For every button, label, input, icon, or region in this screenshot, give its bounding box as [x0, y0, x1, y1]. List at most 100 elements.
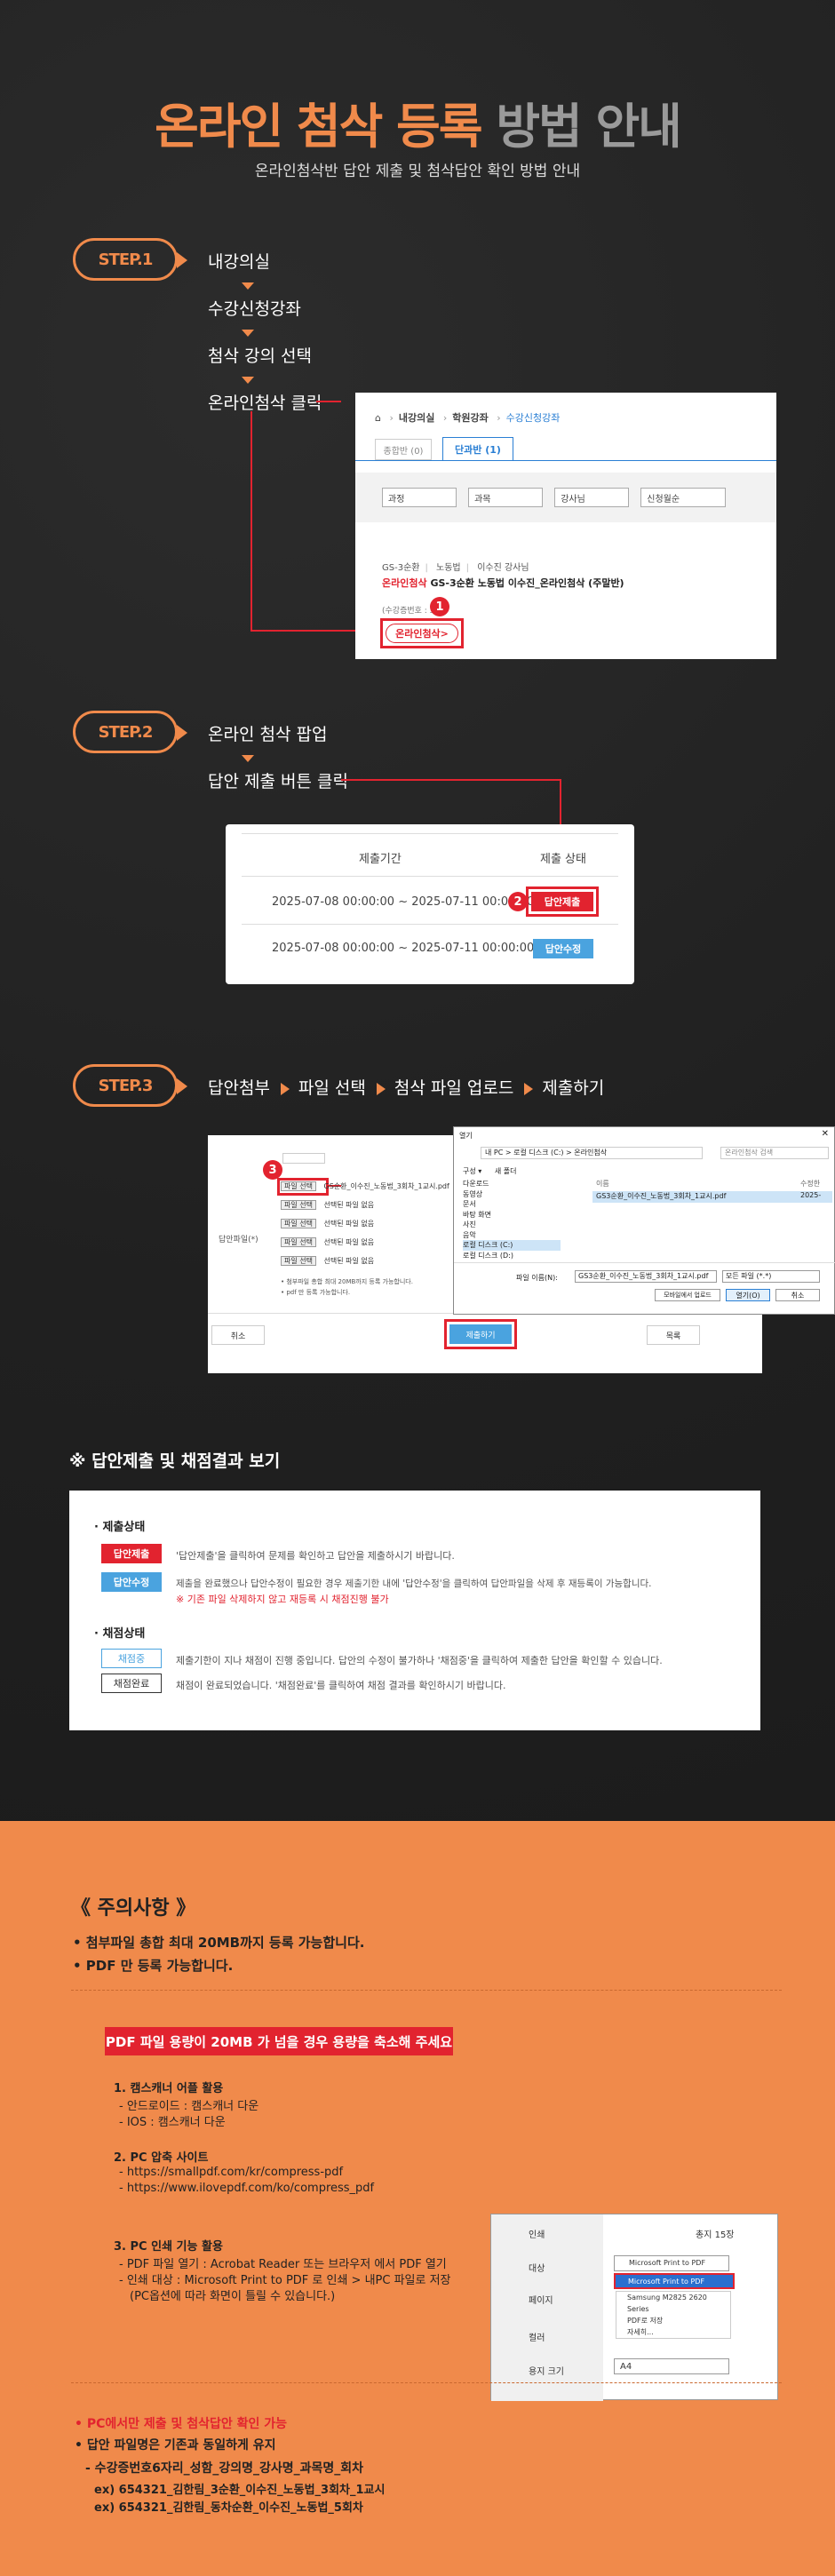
course-meta-item: 이수진 강사님: [477, 563, 529, 573]
cancel-button[interactable]: 취소: [211, 1325, 265, 1345]
file-select-button[interactable]: 파일 선택: [281, 1200, 316, 1210]
filename-input[interactable]: GS3순환_이수진_노동법_3회차_1교시.pdf: [575, 1270, 717, 1283]
connector-line: [341, 779, 561, 781]
legend-heading: ※ 답안제출 및 채점결과 보기: [69, 1451, 281, 1471]
arrow-right-icon: [376, 1082, 386, 1095]
tab-comprehensive[interactable]: 종합반 (0): [375, 439, 432, 460]
dialog-cancel-button[interactable]: 취소: [775, 1289, 820, 1301]
tag-edit-desc: 제출을 완료했으나 답안수정이 필요한 경우 제출기한 내에 '답안수정'을 클…: [176, 1578, 652, 1589]
file-name: 선택된 파일 없음: [323, 1220, 375, 1228]
breadcrumb-current[interactable]: 수강신청강좌: [506, 412, 561, 424]
course-title[interactable]: GS-3순환 노동법 이수진_온라인첨삭 (주말반): [430, 577, 624, 589]
tree-item[interactable]: 로컬 디스크 (D:): [463, 1251, 561, 1261]
course-meta: GS-3순환 | 노동법 | 이수진 강사님: [382, 563, 529, 573]
form-note: • 첨부파일 총합 최대 20MB까지 등록 가능합니다.: [281, 1278, 413, 1285]
file-row: 파일 선택 선택된 파일 없음: [281, 1219, 374, 1228]
tag-grading-desc: 제출기한이 지나 채점이 진행 중입니다. 답안의 수정이 불가하나 '채점중'…: [176, 1655, 663, 1666]
flow-arrow-icon: [242, 755, 254, 762]
course-meta-item: 노동법: [436, 563, 461, 573]
tree-item[interactable]: 바탕 화면: [463, 1210, 561, 1220]
step1-pill: STEP.1: [73, 238, 187, 281]
compress-link[interactable]: - https://www.ilovepdf.com/ko/compress_p…: [119, 2182, 374, 2195]
step1-flow-3: 첨삭 강의 선택: [208, 346, 312, 366]
close-icon[interactable]: ✕: [822, 1129, 829, 1139]
printer-options: Samsung M2825 2620 Series PDF로 저장 자세히...: [616, 2291, 731, 2339]
submit-answer-button[interactable]: 답안제출: [531, 892, 593, 911]
title-rest: 방법 안내: [496, 99, 682, 155]
section-line: - 안드로이드 : 캠스캐너 다운: [119, 2100, 259, 2113]
divider: [454, 1262, 835, 1263]
search-input[interactable]: 온라인첨삭 검색: [720, 1147, 829, 1159]
step1-flow-1: 내강의실: [208, 252, 270, 272]
file-row: 파일 선택 선택된 파일 없음: [281, 1237, 374, 1247]
page-subtitle: 온라인첨삭반 답안 제출 및 첨삭답안 확인 방법 안내: [254, 163, 581, 180]
tag-grading: 채점중: [101, 1649, 162, 1668]
new-folder-button[interactable]: 새 폴더: [495, 1167, 517, 1175]
submit-button[interactable]: 제출하기: [449, 1324, 512, 1344]
online-correction-button[interactable]: 온라인첨삭>: [386, 624, 458, 643]
open-button[interactable]: 열기(O): [726, 1289, 770, 1301]
filetype-select[interactable]: 모든 파일 (*.*): [722, 1270, 820, 1283]
table-rule: [242, 876, 618, 877]
col-name-header[interactable]: 이름: [596, 1179, 609, 1189]
upload-mobile-button[interactable]: 모바일에서 업로드: [655, 1289, 720, 1301]
address-bar[interactable]: 내 PC > 로컬 디스크 (C:) > 온라인첨삭: [481, 1147, 703, 1159]
notice-bullet: • PDF 만 등록 가능합니다.: [73, 1958, 234, 1974]
step3-flow-item: 첨삭 파일 업로드: [394, 1078, 514, 1098]
filter-teacher[interactable]: 강사님: [554, 488, 630, 507]
paper-select[interactable]: A4: [614, 2358, 729, 2374]
course-list-screenshot: ⌂ › 내강의실 › 학원강좌 › 수강신청강좌 종합반 (0) 단과반 (1) 과정…: [355, 393, 776, 659]
footer-format: - 수강증번호6자리_성함_강의명_강사명_과목명_회차: [85, 2461, 364, 2476]
filter-subject[interactable]: 과목: [468, 488, 544, 507]
step1-flow-4: 온라인첨삭 클릭: [208, 394, 322, 413]
arrow-right-icon: [524, 1082, 534, 1095]
print-label: 컬러: [529, 2334, 545, 2343]
tree-item[interactable]: 다운로드: [463, 1179, 561, 1189]
file-item-selected[interactable]: GS3순환_이수진_노동법_3회차_1교시.pdf 2025-: [592, 1191, 832, 1203]
file-select-button[interactable]: 파일 선택: [281, 1181, 316, 1191]
flow-arrow-icon: [242, 330, 254, 337]
footer-red: • PC에서만 제출 및 첨삭답안 확인 가능: [75, 2417, 288, 2431]
editor-toolbar: [282, 1153, 325, 1164]
printer-select[interactable]: Microsoft Print to PDF: [614, 2255, 729, 2271]
col-modified-header[interactable]: 수정한: [800, 1179, 820, 1189]
filter-order[interactable]: 신청월순: [640, 488, 727, 507]
breadcrumb-item[interactable]: 내강의실: [399, 412, 434, 424]
printer-option[interactable]: PDF로 저장: [627, 2315, 730, 2326]
printer-option-selected[interactable]: Microsoft Print to PDF: [614, 2273, 735, 2289]
flow-arrow-icon: [242, 282, 254, 290]
file-select-button[interactable]: 파일 선택: [281, 1237, 316, 1247]
file-name: 선택된 파일 없음: [323, 1201, 375, 1209]
tree-item[interactable]: 사진: [463, 1220, 561, 1230]
dialog-toolbar: 구성 ▾ 새 폴더: [463, 1166, 516, 1176]
footer-rule: • 답안 파일명은 기존과 동일하게 유지: [75, 2438, 276, 2453]
tree-item[interactable]: 음악: [463, 1230, 561, 1241]
print-label: 대상: [529, 2264, 545, 2274]
list-button[interactable]: 목록: [647, 1325, 700, 1345]
edit-answer-button[interactable]: 답안수정: [533, 939, 593, 958]
dashed-divider: [71, 2382, 782, 2383]
tab-divider: [355, 460, 776, 461]
tag-edit: 답안수정: [101, 1572, 162, 1592]
filter-course[interactable]: 과정: [382, 488, 457, 507]
step3-flow-item: 파일 선택: [298, 1078, 366, 1098]
printer-option[interactable]: 자세히...: [627, 2326, 730, 2338]
table-rule: [242, 924, 618, 925]
tree-item[interactable]: 문서: [463, 1199, 561, 1210]
col-period-header: 제출기간: [359, 853, 402, 866]
submit-popup-screenshot: 제출기간 제출 상태 2025-07-08 00:00:00 ~ 2025-07…: [226, 824, 634, 984]
step3-flow-item: 제출하기: [542, 1078, 605, 1098]
step3-flow: 답안첨부 파일 선택 첨삭 파일 업로드 제출하기: [208, 1075, 604, 1099]
breadcrumb-item[interactable]: 학원강좌: [452, 412, 488, 424]
file-item-name: GS3순환_이수진_노동법_3회차_1교시.pdf: [596, 1192, 727, 1200]
printer-option[interactable]: Samsung M2825 2620 Series: [627, 2292, 730, 2315]
home-icon[interactable]: ⌂: [375, 412, 381, 424]
tree-item-selected[interactable]: 로컬 디스크 (C:): [463, 1240, 561, 1251]
tab-single[interactable]: 단과반 (1): [442, 437, 513, 460]
organize-button[interactable]: 구성 ▾: [463, 1167, 481, 1175]
step2-flow-1: 온라인 첨삭 팝업: [208, 725, 328, 744]
file-select-button[interactable]: 파일 선택: [281, 1256, 316, 1266]
file-select-button[interactable]: 파일 선택: [281, 1219, 316, 1228]
compress-link[interactable]: - https://smallpdf.com/kr/compress-pdf: [119, 2166, 343, 2179]
tree-item[interactable]: 동영상: [463, 1189, 561, 1200]
